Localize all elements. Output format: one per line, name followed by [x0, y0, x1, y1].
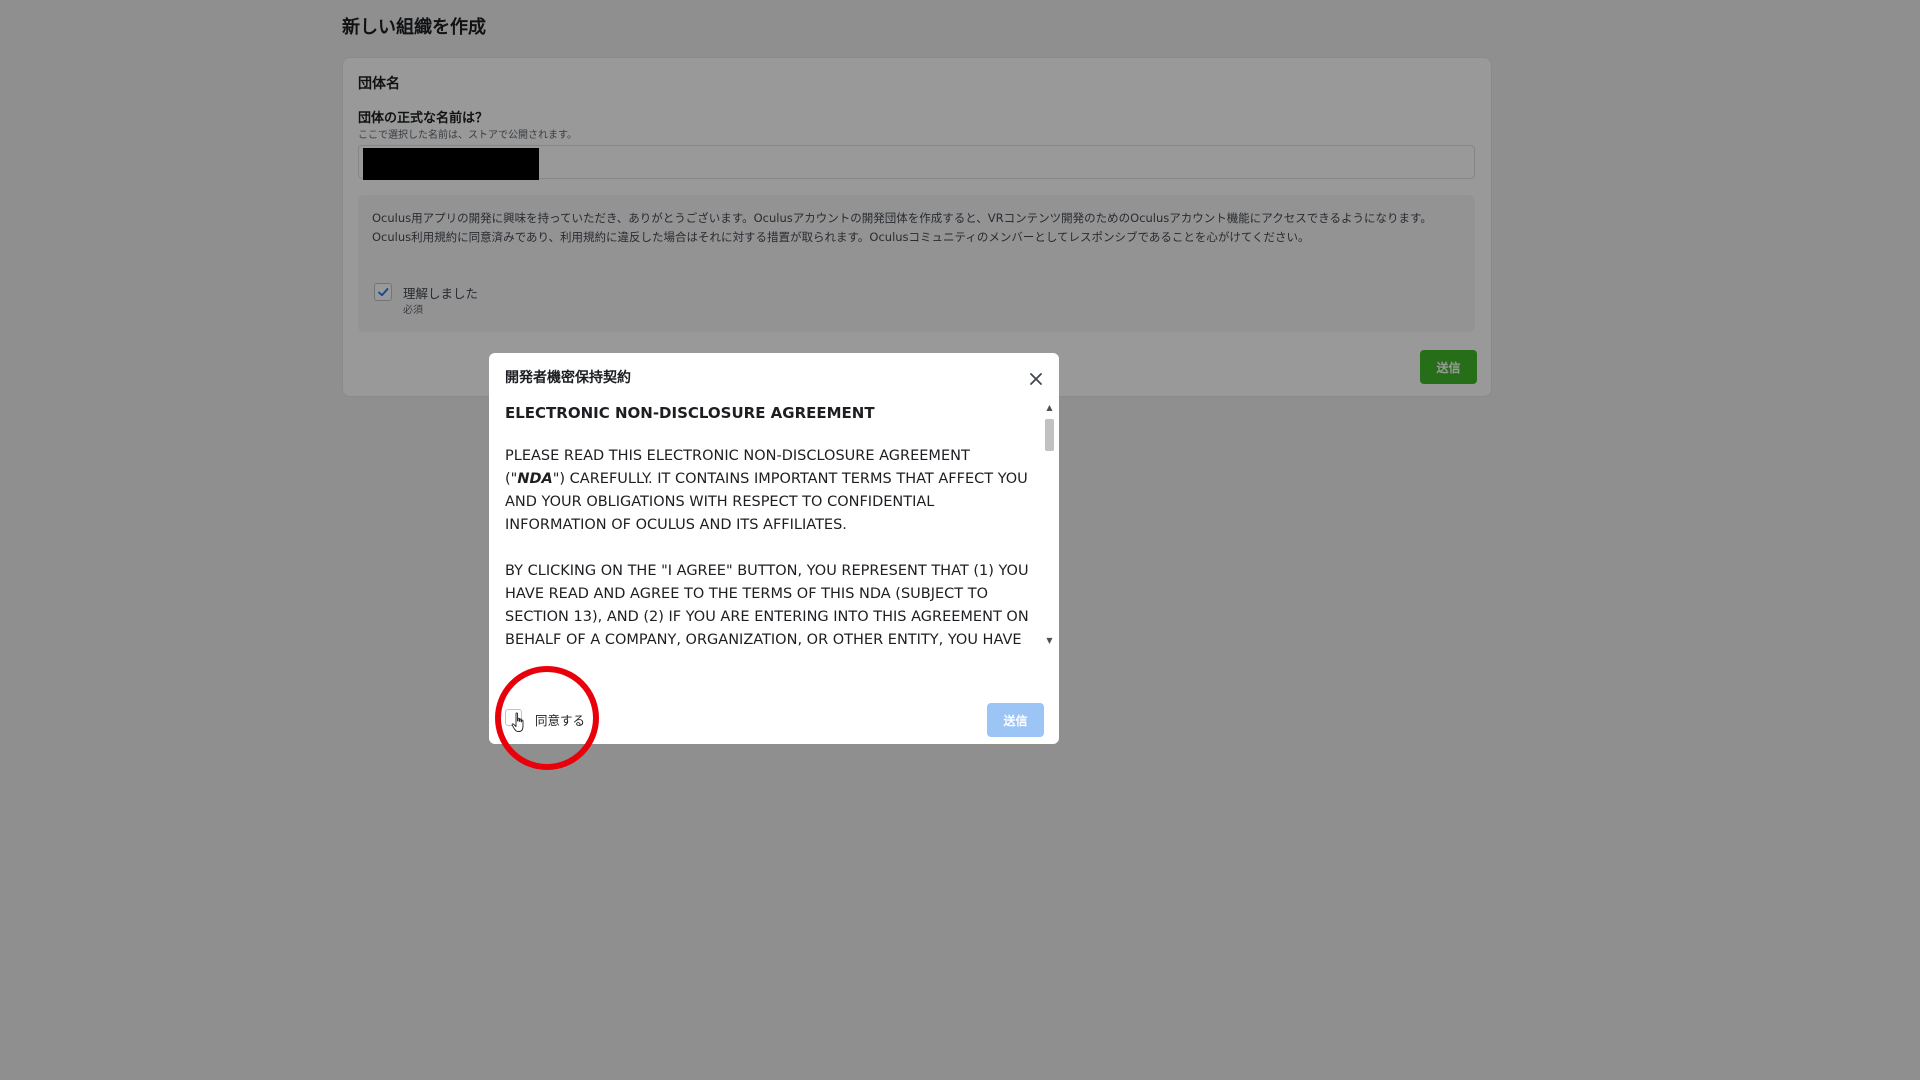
scrollbar-thumb[interactable] — [1045, 419, 1054, 451]
nda-heading: ELECTRONIC NON-DISCLOSURE AGREEMENT — [505, 404, 875, 422]
modal-title: 開発者機密保持契約 — [505, 370, 631, 386]
nda-text-scroll-area[interactable]: ELECTRONIC NON-DISCLOSURE AGREEMENT PLEA… — [505, 403, 1033, 646]
close-icon[interactable] — [1026, 369, 1046, 389]
scroll-down-arrow-icon[interactable]: ▼ — [1044, 636, 1055, 646]
nda-scrollbar[interactable]: ▲ ▼ — [1044, 403, 1055, 646]
highlight-circle-annotation — [495, 666, 599, 770]
nda-paragraph-1: PLEASE READ THIS ELECTRONIC NON-DISCLOSU… — [505, 445, 1033, 537]
nda-term-emphasis: NDA — [517, 471, 553, 487]
app-root: 新しい組織を作成 団体名 団体の正式な名前は？ ここで選択した名前は、ストアで公… — [0, 0, 1920, 1080]
nda-paragraph-2: BY CLICKING ON THE "I AGREE" BUTTON, YOU… — [505, 563, 1029, 646]
modal-submit-button[interactable]: 送信 — [987, 703, 1044, 737]
nda-paragraph-1-end: ") CAREFULLY. IT CONTAINS IMPORTANT TERM… — [505, 471, 1028, 533]
scroll-up-arrow-icon[interactable]: ▲ — [1044, 403, 1055, 413]
